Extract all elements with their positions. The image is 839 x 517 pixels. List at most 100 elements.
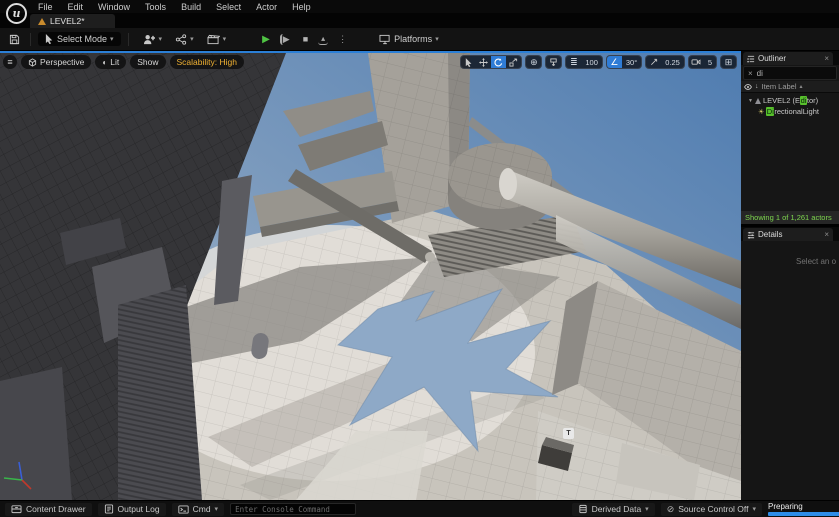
skip-button[interactable]: ▶ [279, 33, 293, 45]
menu-tools[interactable]: Tools [145, 2, 166, 12]
stop-button[interactable]: ■ [300, 33, 311, 45]
level-tab[interactable]: LEVEL2* [30, 14, 115, 28]
outliner-footer: Showing 1 of 1,261 actors [741, 211, 839, 224]
surface-snap-button[interactable] [546, 56, 561, 68]
menu-file[interactable]: File [38, 2, 53, 12]
play-button[interactable]: ▶ [259, 33, 273, 46]
menu-bar: File Edit Window Tools Build Select Acto… [0, 0, 839, 13]
world-coordinate-button[interactable]: ⊕ [526, 56, 541, 68]
lit-icon: ◐ [102, 57, 108, 67]
lit-dropdown[interactable]: ◐ Lit [95, 55, 127, 69]
details-icon [747, 231, 755, 239]
eject-button[interactable]: ▴ [318, 34, 329, 45]
close-icon[interactable]: × [824, 54, 829, 63]
rotate-tool-button[interactable] [491, 56, 507, 68]
add-actor-button[interactable]: ▾ [140, 33, 166, 46]
actor-sprite-icon[interactable]: T [563, 428, 574, 439]
chevron-down-icon: ▾ [222, 35, 227, 43]
expander-icon[interactable]: ▼ [748, 98, 753, 104]
visibility-eye-icon[interactable] [744, 83, 752, 90]
level-viewport[interactable]: ≡ Perspective ◐ Lit Show Scalability: Hi… [0, 51, 741, 500]
scale-tool-button[interactable] [506, 56, 521, 68]
chevron-down-icon: ▾ [190, 35, 194, 43]
derived-data-button[interactable]: Derived Data ▾ [571, 502, 655, 516]
save-button[interactable] [6, 33, 23, 46]
menu-help[interactable]: Help [292, 2, 311, 12]
outliner-panel: Outliner × × di ↓ Item Label ▴ ▼ LEVEL2 … [741, 51, 839, 224]
console-command-input[interactable] [230, 503, 357, 515]
content-drawer-label: Content Drawer [26, 504, 86, 514]
outliner-search-input[interactable]: × di [743, 66, 837, 80]
grid-snap-value[interactable]: 100 [581, 56, 602, 68]
scale-tool-icon [509, 57, 518, 67]
translate-tool-button[interactable] [476, 56, 491, 68]
outliner-tab-label: Outliner [758, 54, 787, 63]
translate-tool-icon [479, 57, 489, 67]
main-toolbar: Select Mode ▾ ▾ ▾ ▾ ▶ ▶ ■ ▴ ⋮ Platforms … [0, 28, 839, 51]
source-control-label: Source Control Off [678, 504, 749, 514]
derived-data-icon [578, 504, 587, 514]
scale-snap-button[interactable] [646, 56, 661, 68]
save-icon [9, 34, 20, 44]
select-mode-label: Select Mode [57, 34, 108, 44]
details-tab-label: Details [758, 230, 783, 239]
source-control-button[interactable]: ⊘ Source Control Off ▾ [660, 502, 762, 516]
clear-search-icon[interactable]: × [748, 69, 753, 78]
maximize-viewport-button[interactable]: ⊞ [721, 56, 736, 68]
camera-speed-value[interactable]: 5 [704, 56, 716, 68]
level-tab-row: LEVEL2* [0, 13, 839, 28]
pin-column-icon[interactable]: ↓ [755, 83, 759, 90]
actor-count-text: Showing 1 of 1,261 actors [745, 213, 832, 222]
scale-snap-value[interactable]: 0.25 [661, 56, 684, 68]
camera-speed-button[interactable] [689, 56, 704, 68]
menu-window[interactable]: Window [98, 2, 130, 12]
cmd-dropdown[interactable]: Cmd ▾ [171, 502, 225, 516]
play-options-icon[interactable]: ⋮ [335, 33, 350, 46]
outliner-row-directional-light[interactable]: ☀ DirectionalLight [741, 106, 839, 117]
blueprints-button[interactable]: ▾ [172, 33, 197, 46]
output-log-button[interactable]: Output Log [97, 502, 166, 516]
item-label-header[interactable]: Item Label [762, 82, 797, 91]
directional-light-icon: ☀ [758, 108, 765, 116]
menu-edit[interactable]: Edit [68, 2, 84, 12]
menu-actor[interactable]: Actor [256, 2, 277, 12]
outliner-tab[interactable]: Outliner × [743, 52, 833, 65]
details-tab[interactable]: Details × [743, 228, 833, 241]
chevron-down-icon: ▾ [752, 505, 756, 513]
output-log-icon [104, 504, 113, 514]
background-task-progress[interactable]: Preparing [768, 501, 839, 516]
platforms-icon [379, 34, 390, 44]
select-mode-dropdown[interactable]: Select Mode ▾ [38, 32, 121, 46]
outliner-tree: ▼ LEVEL2 (Editor) ☀ DirectionalLight [741, 93, 839, 211]
rotation-snap-button[interactable]: ∠ [606, 56, 622, 68]
show-dropdown[interactable]: Show [130, 55, 166, 69]
outliner-column-header: ↓ Item Label ▴ [741, 81, 839, 93]
console-icon [177, 504, 189, 514]
perspective-dropdown[interactable]: Perspective [21, 55, 92, 69]
show-label: Show [137, 57, 159, 67]
row-label: LEVEL2 (Editor) [762, 96, 819, 105]
right-panel-column: Outliner × × di ↓ Item Label ▴ ▼ LEVEL2 … [741, 51, 839, 500]
platforms-dropdown[interactable]: Platforms ▾ [376, 33, 442, 46]
rotation-snap-value[interactable]: 30° [622, 56, 641, 68]
menu-select[interactable]: Select [216, 2, 241, 12]
chevron-down-icon: ▾ [435, 35, 439, 43]
outliner-row-level[interactable]: ▼ LEVEL2 (Editor) [741, 95, 839, 106]
scalability-button[interactable]: Scalability: High [169, 55, 244, 69]
grid-snap-button[interactable]: ≣ [566, 56, 581, 68]
details-panel: Details × Select an o [741, 227, 839, 500]
viewport-options-button[interactable]: ≡ [3, 55, 17, 69]
chevron-down-icon: ▾ [214, 505, 219, 513]
outliner-icon [747, 55, 755, 62]
level-tab-label: LEVEL2* [50, 16, 85, 26]
select-tool-icon [465, 57, 472, 67]
scale-snap-icon [650, 58, 657, 65]
content-drawer-button[interactable]: Content Drawer [5, 502, 92, 516]
close-icon[interactable]: × [824, 230, 829, 239]
content-drawer-icon [11, 505, 22, 514]
cinematics-button[interactable]: ▾ [204, 33, 230, 46]
menu-build[interactable]: Build [181, 2, 201, 12]
add-actor-icon [143, 34, 155, 44]
select-tool-button[interactable] [461, 56, 476, 68]
progress-label: Preparing [768, 501, 803, 511]
